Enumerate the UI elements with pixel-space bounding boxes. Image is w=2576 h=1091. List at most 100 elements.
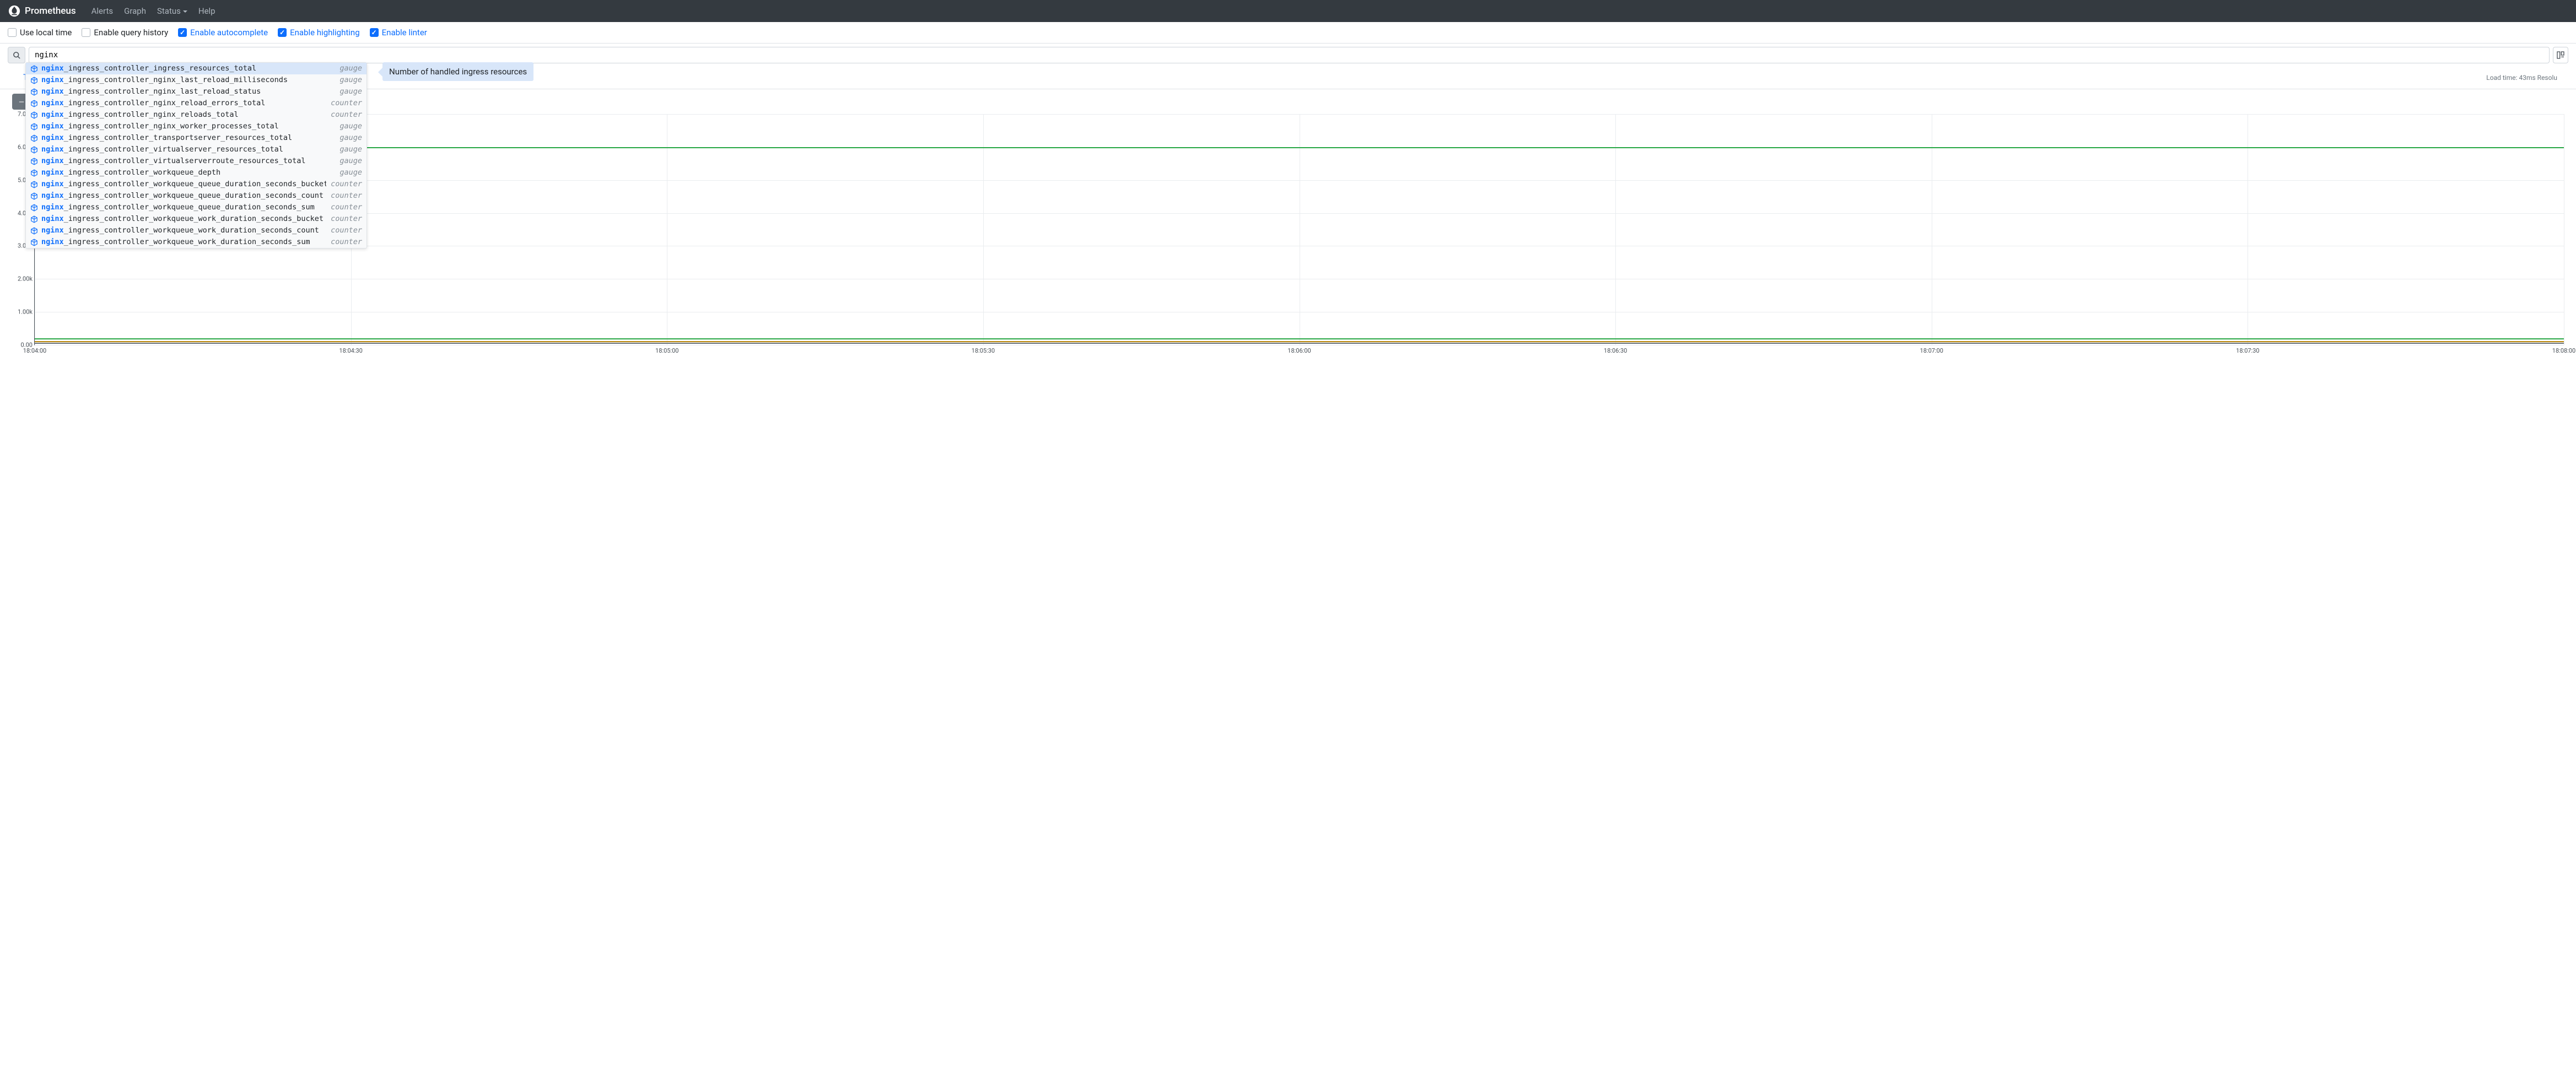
x-axis-label: 18:06:00	[1287, 345, 1311, 354]
metric-type: gauge	[339, 168, 362, 178]
metric-name: nginx_ingress_controller_nginx_reload_er…	[41, 98, 326, 109]
option-label: Enable linter	[382, 28, 427, 37]
metric-type: gauge	[339, 63, 362, 74]
search-button[interactable]	[8, 47, 25, 63]
nav-links: AlertsGraphStatusHelp	[86, 6, 221, 16]
graph-container: 7.00k6.00k5.00k4.00k3.00k2.00k1.00k0.001…	[0, 114, 2576, 362]
autocomplete-item[interactable]: nginx_ingress_controller_virtualserverro…	[26, 155, 367, 167]
metric-name: nginx_ingress_controller_workqueue_work_…	[41, 225, 326, 236]
metric-type: gauge	[339, 87, 362, 97]
metric-name: nginx_ingress_controller_virtualserver_r…	[41, 144, 335, 155]
autocomplete-item[interactable]: nginx_ingress_controller_workqueue_work_…	[26, 236, 367, 248]
option-2[interactable]: Enable autocomplete	[178, 28, 268, 37]
x-axis-label: 18:04:30	[339, 345, 362, 354]
metric-name: nginx_ingress_controller_nginx_reloads_t…	[41, 110, 326, 120]
option-1[interactable]: Enable query history	[82, 28, 168, 37]
metric-icon	[30, 215, 38, 223]
metric-icon	[30, 239, 38, 246]
x-axis-label: 18:08:00	[2552, 345, 2575, 354]
autocomplete-item[interactable]: nginx_ingress_controller_workqueue_queue…	[26, 190, 367, 202]
graph-plot[interactable]: 7.00k6.00k5.00k4.00k3.00k2.00k1.00k0.001…	[12, 114, 2564, 357]
metric-icon	[30, 123, 38, 131]
metric-name: nginx_ingress_controller_workqueue_work_…	[41, 214, 326, 224]
autocomplete-dropdown: nginx_ingress_controller_ingress_resourc…	[25, 62, 367, 249]
metric-name: nginx_ingress_controller_transportserver…	[41, 133, 335, 143]
autocomplete-item[interactable]: nginx_ingress_controller_nginx_last_relo…	[26, 86, 367, 98]
option-0[interactable]: Use local time	[8, 28, 72, 37]
x-axis-label: 18:05:30	[972, 345, 995, 354]
navbar: Prometheus AlertsGraphStatusHelp	[0, 0, 2576, 22]
autocomplete-item[interactable]: nginx_ingress_controller_workqueue_queue…	[26, 202, 367, 213]
option-3[interactable]: Enable highlighting	[278, 28, 360, 37]
metric-icon	[30, 146, 38, 154]
metric-icon	[30, 204, 38, 212]
metric-icon	[30, 181, 38, 188]
metric-icon	[30, 227, 38, 235]
nav-link-status[interactable]: Status	[152, 6, 193, 16]
metric-help-tooltip: Number of handled ingress resources	[382, 62, 533, 81]
option-checkbox-4[interactable]	[370, 28, 379, 37]
autocomplete-item[interactable]: nginx_ingress_controller_workqueue_work_…	[26, 225, 367, 236]
x-axis-label: 18:05:00	[655, 345, 678, 354]
metric-name: nginx_ingress_controller_virtualserverro…	[41, 156, 335, 166]
autocomplete-item[interactable]: nginx_ingress_controller_virtualserver_r…	[26, 144, 367, 155]
autocomplete-item[interactable]: nginx_ingress_controller_ingress_resourc…	[26, 63, 367, 74]
metric-type: counter	[331, 179, 362, 190]
autocomplete-item[interactable]: nginx_ingress_controller_nginx_reloads_t…	[26, 109, 367, 121]
autocomplete-item[interactable]: nginx_ingress_controller_transportserver…	[26, 132, 367, 144]
autocomplete-item[interactable]: nginx_ingress_controller_nginx_reload_er…	[26, 98, 367, 109]
metric-icon	[30, 65, 38, 73]
option-4[interactable]: Enable linter	[370, 28, 427, 37]
metric-name: nginx_ingress_controller_nginx_worker_pr…	[41, 121, 335, 132]
series-line[interactable]	[35, 343, 2564, 344]
metric-name: nginx_ingress_controller_ingress_resourc…	[41, 63, 335, 74]
metric-type: gauge	[339, 121, 362, 132]
metric-type: counter	[331, 98, 362, 109]
series-line[interactable]	[35, 147, 2564, 148]
metric-type: counter	[331, 191, 362, 201]
metric-type: gauge	[339, 75, 362, 85]
metric-name: nginx_ingress_controller_workqueue_work_…	[41, 237, 326, 247]
nav-link-help[interactable]: Help	[193, 6, 221, 16]
series-line[interactable]	[35, 338, 2564, 339]
nav-link-graph[interactable]: Graph	[118, 6, 152, 16]
autocomplete-item[interactable]: nginx_ingress_controller_nginx_last_relo…	[26, 74, 367, 86]
option-checkbox-0[interactable]	[8, 28, 17, 37]
execute-button[interactable]	[2553, 47, 2568, 63]
option-checkbox-2[interactable]	[178, 28, 187, 37]
metric-icon	[30, 134, 38, 142]
metric-type: counter	[331, 202, 362, 213]
metric-type: counter	[331, 225, 362, 236]
autocomplete-item[interactable]: nginx_ingress_controller_workqueue_depth…	[26, 167, 367, 179]
metric-icon	[30, 192, 38, 200]
series-line[interactable]	[35, 341, 2564, 342]
autocomplete-item[interactable]: nginx_ingress_controller_workqueue_queue…	[26, 179, 367, 190]
query-options: Use local time Enable query history Enable…	[0, 22, 2576, 44]
metric-type: gauge	[339, 156, 362, 166]
metric-icon	[30, 169, 38, 177]
metric-icon	[30, 77, 38, 84]
metric-name: nginx_ingress_controller_nginx_last_relo…	[41, 87, 335, 97]
brand[interactable]: Prometheus	[8, 5, 76, 17]
query-stats: Load time: 43ms Resolu	[2486, 74, 2561, 82]
option-checkbox-1[interactable]	[82, 28, 90, 37]
query-row: nginx_ingress_controller_ingress_resourc…	[0, 44, 2576, 63]
autocomplete-item[interactable]: nginx_ingress_controller_workqueue_work_…	[26, 213, 367, 225]
metric-icon	[30, 88, 38, 96]
option-checkbox-3[interactable]	[278, 28, 287, 37]
option-label: Enable highlighting	[290, 28, 360, 37]
metric-type: counter	[331, 237, 362, 247]
metric-icon	[30, 100, 38, 107]
execute-icon	[2556, 51, 2565, 60]
metric-icon	[30, 111, 38, 119]
metric-type: gauge	[339, 133, 362, 143]
metric-name: nginx_ingress_controller_nginx_last_relo…	[41, 75, 335, 85]
metric-name: nginx_ingress_controller_workqueue_depth	[41, 168, 335, 178]
metric-icon	[30, 158, 38, 165]
nav-link-alerts[interactable]: Alerts	[86, 6, 119, 16]
metric-type: counter	[331, 110, 362, 120]
expression-input[interactable]	[29, 47, 2550, 63]
autocomplete-item[interactable]: nginx_ingress_controller_nginx_worker_pr…	[26, 121, 367, 132]
metric-type: gauge	[339, 144, 362, 155]
graph-controls: –	[0, 89, 2576, 114]
